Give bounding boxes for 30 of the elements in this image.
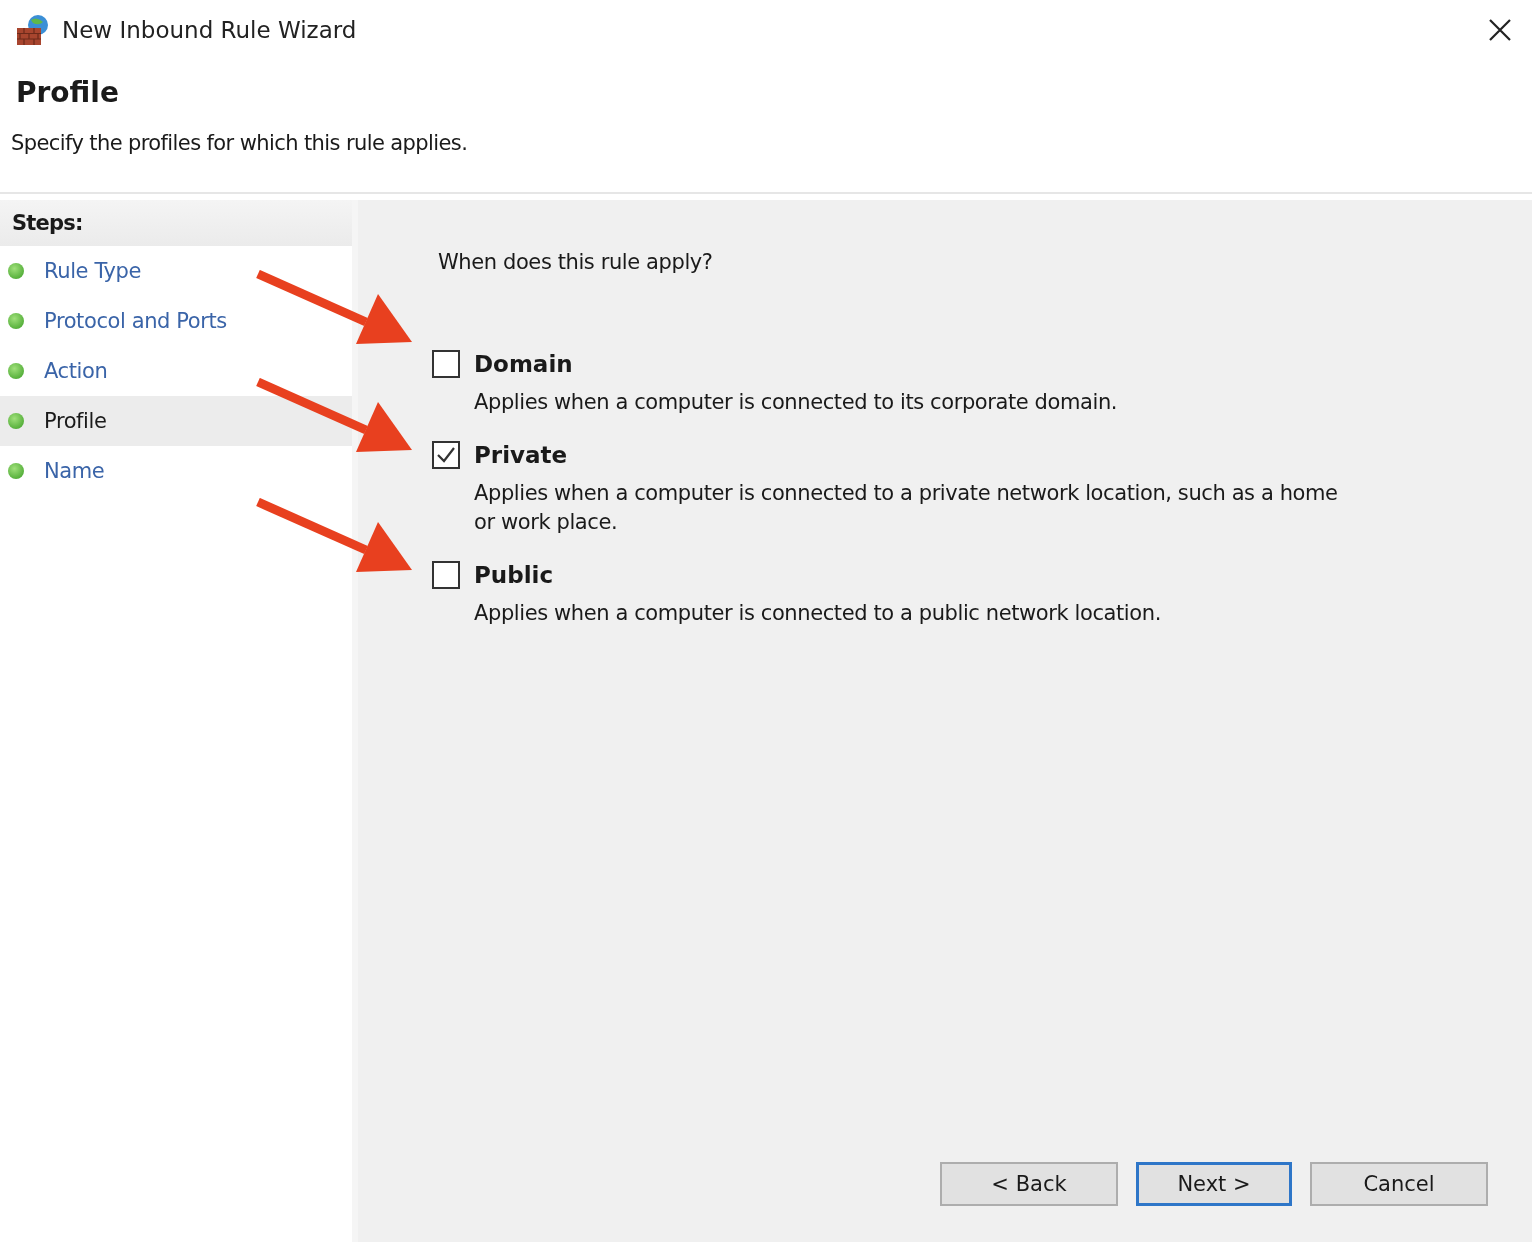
checkmark-icon	[436, 446, 456, 464]
question-text: When does this rule apply?	[438, 250, 714, 274]
window-title: New Inbound Rule Wizard	[62, 17, 358, 43]
step-item[interactable]: Name	[0, 446, 352, 496]
close-icon	[1488, 18, 1512, 42]
wizard-button[interactable]: Next >	[1136, 1162, 1292, 1206]
firewall-icon	[16, 14, 50, 46]
status-dot-icon	[8, 363, 24, 379]
option-description: Applies when a computer is connected to a private network location, such as a home or work place.	[474, 480, 1339, 536]
option-label: Private	[474, 442, 568, 468]
step-item[interactable]: Action	[0, 346, 352, 396]
option-description: Applies when a computer is connected to a public network location.	[474, 600, 1162, 627]
checkbox[interactable]	[432, 441, 460, 469]
status-dot-icon	[8, 313, 24, 329]
steps-heading: Steps:	[0, 200, 352, 246]
status-dot-icon	[8, 413, 24, 429]
option-description: Applies when a computer is connected to its corporate domain.	[474, 389, 1119, 416]
option-label: Public	[474, 562, 554, 588]
checkbox[interactable]	[432, 561, 460, 589]
page-title: Profile	[16, 76, 120, 109]
status-dot-icon	[8, 263, 24, 279]
page-subtitle: Specify the profiles for which this rule applies.	[11, 131, 469, 155]
step-item[interactable]: Profile	[0, 396, 352, 446]
step-item[interactable]: Protocol and Ports	[0, 296, 352, 346]
wizard-button[interactable]: < Back	[940, 1162, 1118, 1206]
status-dot-icon	[8, 463, 24, 479]
step-item[interactable]: Rule Type	[0, 246, 352, 296]
wizard-button[interactable]: Cancel	[1310, 1162, 1488, 1206]
checkbox[interactable]	[432, 350, 460, 378]
option-label: Domain	[474, 351, 573, 377]
